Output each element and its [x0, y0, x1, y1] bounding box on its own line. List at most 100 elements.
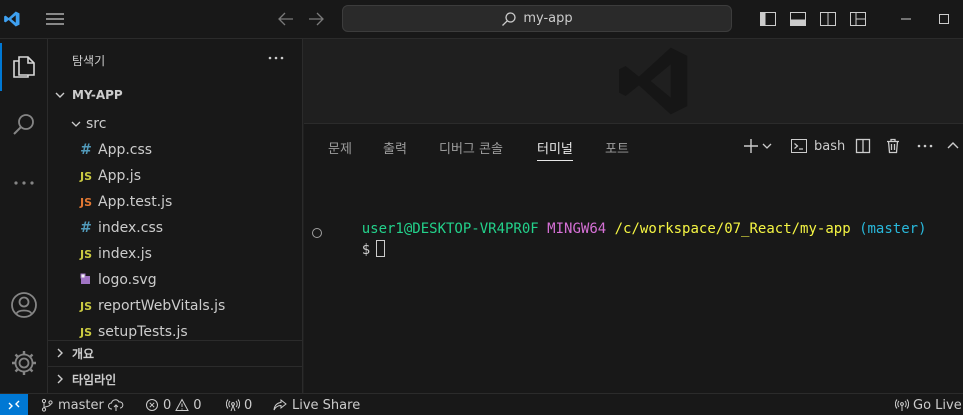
maximize-icon[interactable]	[934, 9, 954, 29]
customize-layout-icon[interactable]	[848, 9, 868, 29]
file-row-app-css[interactable]: # App.css	[48, 137, 302, 163]
bottom-panel: 문제 출력 디버그 콘솔 터미널 포트 bash user1@DESKTOP-V…	[304, 123, 963, 393]
forward-arrow-icon[interactable]	[306, 8, 326, 30]
folder-row-src[interactable]: src	[48, 111, 302, 137]
project-name: MY-APP	[72, 88, 123, 102]
search-activity-icon[interactable]	[0, 101, 48, 149]
outline-label: 개요	[72, 346, 95, 361]
outline-section-header[interactable]: 개요	[48, 342, 302, 364]
file-name: App.test.js	[98, 194, 173, 210]
maximize-panel-chevron-up-icon[interactable]	[945, 136, 961, 156]
js-file-icon: JS	[79, 169, 92, 183]
remote-indicator-icon[interactable]	[0, 394, 28, 415]
file-name: index.js	[98, 246, 152, 262]
title-bar: my-app	[0, 0, 963, 39]
chevron-right-icon	[48, 347, 72, 359]
menu-icon[interactable]	[44, 8, 66, 30]
vscode-watermark-icon	[614, 41, 694, 121]
timeline-section-header[interactable]: 타임라인	[48, 368, 302, 390]
more-activity-icon[interactable]	[0, 159, 48, 207]
problems-status[interactable]: 0 0	[145, 394, 202, 415]
prompt-path: /c/workspace/07_React/my-app	[614, 221, 851, 237]
activity-bar	[0, 39, 48, 393]
css-file-icon: #	[80, 220, 92, 236]
branch-name: master	[58, 397, 104, 413]
test-js-file-icon: JS	[79, 195, 92, 209]
more-actions-icon[interactable]	[915, 136, 935, 156]
back-arrow-icon[interactable]	[276, 8, 296, 30]
warning-count: 0	[193, 397, 202, 413]
explorer-sidebar: 탐색기 MY-APP src # App.css JS App.js JS Ap…	[48, 39, 303, 393]
section-divider	[48, 340, 302, 341]
terminal-cursor	[376, 240, 386, 257]
file-row-app-js[interactable]: JS App.js	[48, 163, 302, 189]
tab-ports[interactable]: 포트	[605, 138, 629, 157]
toggle-secondary-sidebar-icon[interactable]	[818, 9, 838, 29]
prompt-user: user1@DESKTOP-VR4PR0F	[361, 221, 539, 237]
git-branch-icon	[41, 398, 53, 412]
status-bar: master 0 0 0 Live Share Go Live	[0, 393, 963, 415]
toggle-primary-sidebar-icon[interactable]	[758, 9, 778, 29]
go-live-label: Go Live	[913, 397, 962, 413]
settings-gear-icon[interactable]	[0, 339, 48, 387]
live-share-status[interactable]: Live Share	[272, 394, 360, 415]
file-row-index-js[interactable]: JS index.js	[48, 241, 302, 267]
file-name: setupTests.js	[98, 324, 188, 340]
folder-name: src	[86, 116, 107, 132]
account-icon[interactable]	[0, 281, 48, 329]
svg-file-icon	[76, 273, 96, 288]
terminal-icon	[791, 139, 807, 153]
section-divider	[48, 366, 302, 367]
tab-problems[interactable]: 문제	[328, 138, 352, 157]
minimize-icon[interactable]	[896, 9, 916, 29]
file-row-index-css[interactable]: # index.css	[48, 215, 302, 241]
toggle-panel-icon[interactable]	[788, 9, 808, 29]
chevron-down-icon	[48, 89, 72, 101]
go-live-broadcast-icon	[895, 399, 909, 411]
prompt-branch: (master)	[859, 221, 927, 237]
plus-icon	[744, 139, 758, 153]
vscode-logo-icon	[0, 0, 24, 38]
js-file-icon: JS	[79, 325, 92, 339]
live-share-icon	[273, 398, 287, 411]
js-file-icon: JS	[79, 247, 92, 261]
go-live-status[interactable]: Go Live	[895, 394, 962, 415]
ports-status[interactable]: 0	[226, 394, 252, 415]
file-name: reportWebVitals.js	[98, 298, 226, 314]
explorer-icon[interactable]	[0, 43, 48, 91]
error-icon	[146, 399, 158, 411]
sync-cloud-icon	[107, 399, 124, 411]
timeline-label: 타임라인	[72, 372, 117, 387]
search-text: my-app	[523, 11, 573, 26]
chevron-down-icon	[66, 118, 86, 130]
warning-icon	[175, 398, 190, 411]
prompt-env: MINGW64	[547, 221, 607, 237]
file-name: App.js	[98, 168, 141, 184]
prompt-symbol: $	[361, 242, 371, 258]
terminal-input-line[interactable]: $	[328, 224, 386, 274]
editor-area[interactable]	[304, 39, 963, 123]
terminal-name: bash	[814, 138, 846, 154]
tab-output[interactable]: 출력	[383, 138, 407, 157]
trash-icon[interactable]	[884, 136, 902, 156]
search-icon	[502, 11, 516, 26]
tab-terminal[interactable]: 터미널	[537, 138, 573, 161]
split-terminal-icon[interactable]	[854, 136, 872, 156]
command-decoration-icon[interactable]	[312, 228, 322, 238]
terminal-selector[interactable]: bash	[790, 136, 845, 156]
file-row-app-test-js[interactable]: JS App.test.js	[48, 189, 302, 215]
command-center-search[interactable]: my-app	[342, 5, 732, 32]
file-name: index.css	[98, 220, 164, 236]
file-row-logo-svg[interactable]: logo.svg	[48, 267, 302, 293]
file-name: logo.svg	[98, 272, 157, 288]
tab-debug-console[interactable]: 디버그 콘솔	[439, 138, 503, 157]
more-actions-icon[interactable]	[266, 50, 286, 66]
project-section-header[interactable]: MY-APP	[48, 84, 302, 106]
sidebar-title: 탐색기	[72, 54, 106, 68]
git-branch-status[interactable]: master	[40, 394, 124, 415]
live-share-label: Live Share	[292, 397, 361, 413]
new-terminal-button[interactable]	[741, 136, 773, 156]
broadcast-icon	[226, 399, 240, 412]
file-row-report-web-vitals-js[interactable]: JS reportWebVitals.js	[48, 293, 302, 319]
chevron-down-icon	[762, 143, 772, 149]
